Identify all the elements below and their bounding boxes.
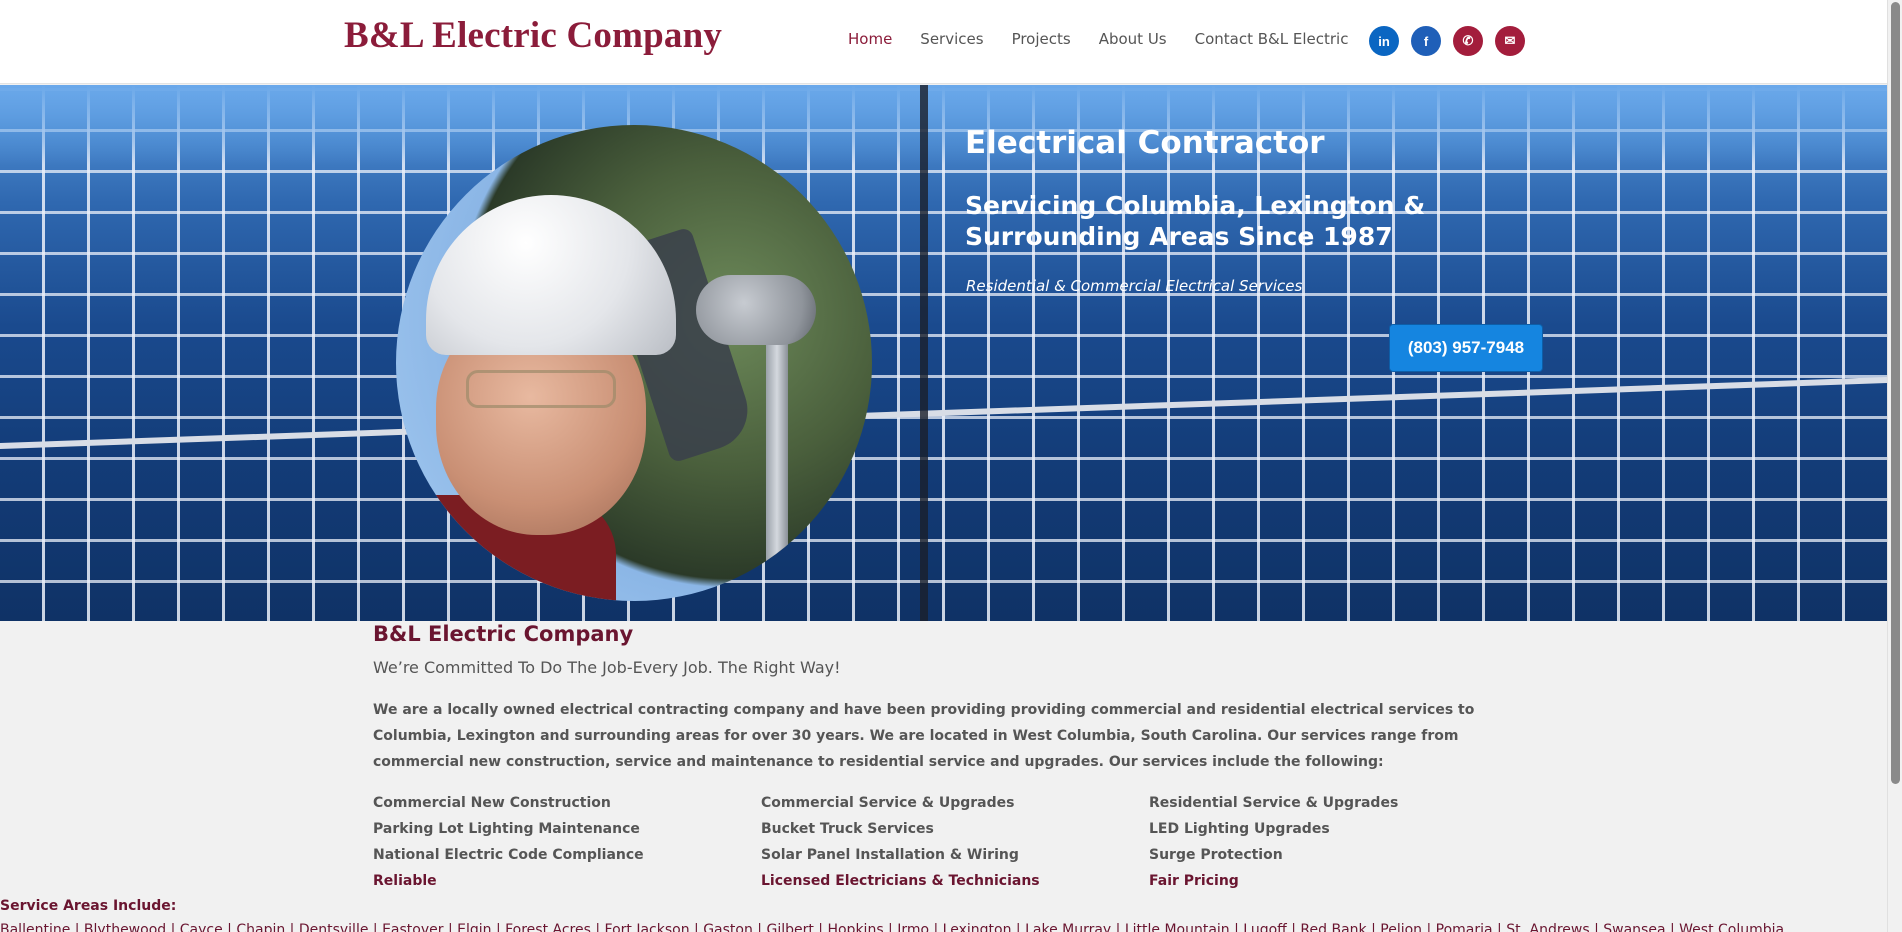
hero-tagline: Residential & Commercial Electrical Serv… bbox=[966, 277, 1303, 295]
site-logo[interactable]: B&L Electric Company bbox=[344, 14, 722, 57]
nav-projects[interactable]: Projects bbox=[1012, 30, 1071, 48]
page-scrollbar[interactable] bbox=[1887, 0, 1902, 932]
service-item: LED Lighting Upgrades bbox=[1149, 821, 1330, 837]
hero-banner bbox=[0, 85, 1887, 621]
service-item: Solar Panel Installation & Wiring bbox=[761, 847, 1019, 863]
service-item: Commercial New Construction bbox=[373, 795, 611, 811]
solar-panel-frame bbox=[0, 377, 1887, 449]
service-item-highlight: Licensed Electricians & Technicians bbox=[761, 873, 1040, 889]
solar-panel-gap bbox=[920, 85, 928, 621]
services-list: Commercial New Construction Commercial S… bbox=[373, 792, 1553, 892]
wind-turbine bbox=[696, 275, 816, 345]
company-title: B&L Electric Company bbox=[373, 622, 634, 646]
phone-icon[interactable]: ✆ bbox=[1453, 26, 1483, 56]
service-item: National Electric Code Compliance bbox=[373, 847, 644, 863]
company-motto: We’re Committed To Do The Job-Every Job.… bbox=[373, 658, 841, 677]
nav-contact[interactable]: Contact B&L Electric bbox=[1195, 30, 1349, 48]
service-item: Commercial Service & Upgrades bbox=[761, 795, 1015, 811]
electrician-portrait bbox=[396, 125, 872, 601]
intro-paragraph: We are a locally owned electrical contra… bbox=[373, 702, 1475, 770]
service-item: Residential Service & Upgrades bbox=[1149, 795, 1399, 811]
main-nav: Home Services Projects About Us Contact … bbox=[834, 30, 1362, 48]
service-areas-title: Service Areas Include: bbox=[0, 898, 177, 914]
service-areas-list[interactable]: Ballentine | Blythewood | Cayce | Chapin… bbox=[0, 922, 1887, 932]
turbine-pole bbox=[766, 325, 788, 601]
service-item: Surge Protection bbox=[1149, 847, 1283, 863]
service-item-highlight: Reliable bbox=[373, 873, 437, 889]
facebook-icon[interactable]: f bbox=[1411, 26, 1441, 56]
hard-hat bbox=[426, 195, 676, 355]
hero-subtitle: Servicing Columbia, Lexington & Surround… bbox=[965, 191, 1426, 251]
nav-about-us[interactable]: About Us bbox=[1099, 30, 1167, 48]
social-links: in f ✆ ✉ bbox=[1369, 26, 1525, 56]
scrollbar-thumb[interactable] bbox=[1891, 2, 1900, 784]
linkedin-icon[interactable]: in bbox=[1369, 26, 1399, 56]
call-phone-button[interactable]: (803) 957-7948 bbox=[1389, 324, 1543, 372]
service-item: Bucket Truck Services bbox=[761, 821, 934, 837]
glasses bbox=[466, 370, 616, 408]
hero-title: Electrical Contractor bbox=[965, 125, 1325, 161]
email-icon[interactable]: ✉ bbox=[1495, 26, 1525, 56]
site-header: B&L Electric Company Home Services Proje… bbox=[0, 0, 1887, 84]
service-item-highlight: Fair Pricing bbox=[1149, 873, 1239, 889]
service-item: Parking Lot Lighting Maintenance bbox=[373, 821, 640, 837]
nav-home[interactable]: Home bbox=[848, 30, 892, 48]
nav-services[interactable]: Services bbox=[920, 30, 983, 48]
